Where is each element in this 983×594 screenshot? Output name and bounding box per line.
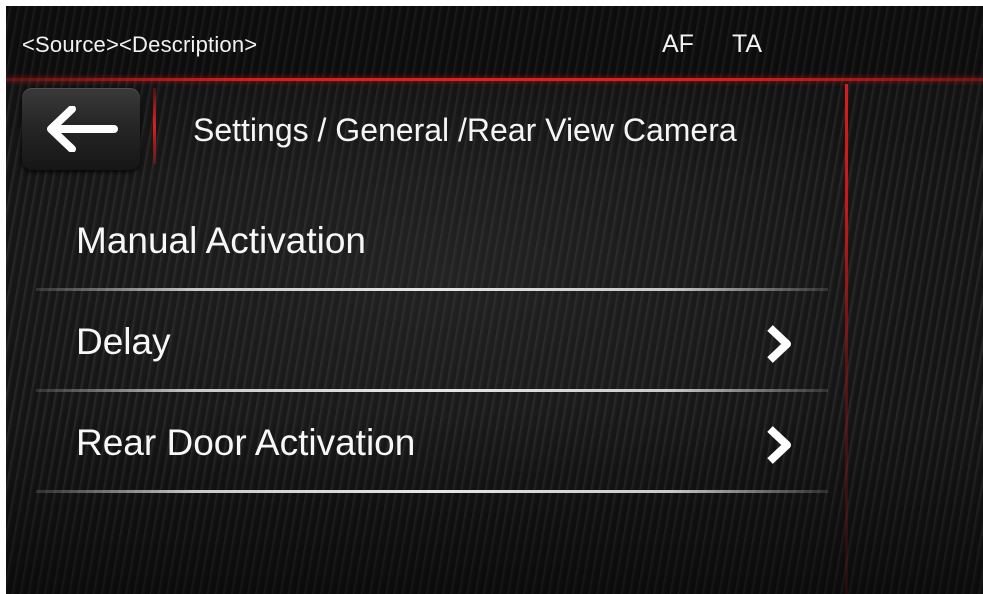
menu-item-label: Manual Activation [76,220,367,261]
chevron-right-icon [767,426,791,464]
status-bar: <Source><Description> AF TA [6,6,983,78]
menu-item-label: Rear Door Activation [76,422,416,463]
breadcrumb: Settings / General /Rear View Camera [193,112,737,148]
back-button[interactable] [22,88,140,170]
status-bar-divider [6,78,983,81]
ta-indicator: TA [732,30,763,58]
menu-separator [36,490,828,493]
menu-item-rear-door-activation[interactable]: Rear Door Activation [6,392,844,493]
source-description-text: <Source><Description> [22,32,258,57]
menu-item-manual-activation[interactable]: Manual Activation [6,190,844,291]
chevron-right-icon [767,325,791,363]
arrow-left-icon [47,106,118,152]
menu-item-delay[interactable]: Delay [6,291,844,392]
menu-item-label: Delay [76,321,171,362]
rear-view-camera-settings-screen: <Source><Description> AF TA Settings / G… [6,6,983,594]
af-indicator: AF [662,30,694,58]
settings-menu-list: Manual Activation Delay Rear Door Activa… [6,190,844,493]
right-panel-divider [845,84,848,594]
header-divider [153,88,156,164]
